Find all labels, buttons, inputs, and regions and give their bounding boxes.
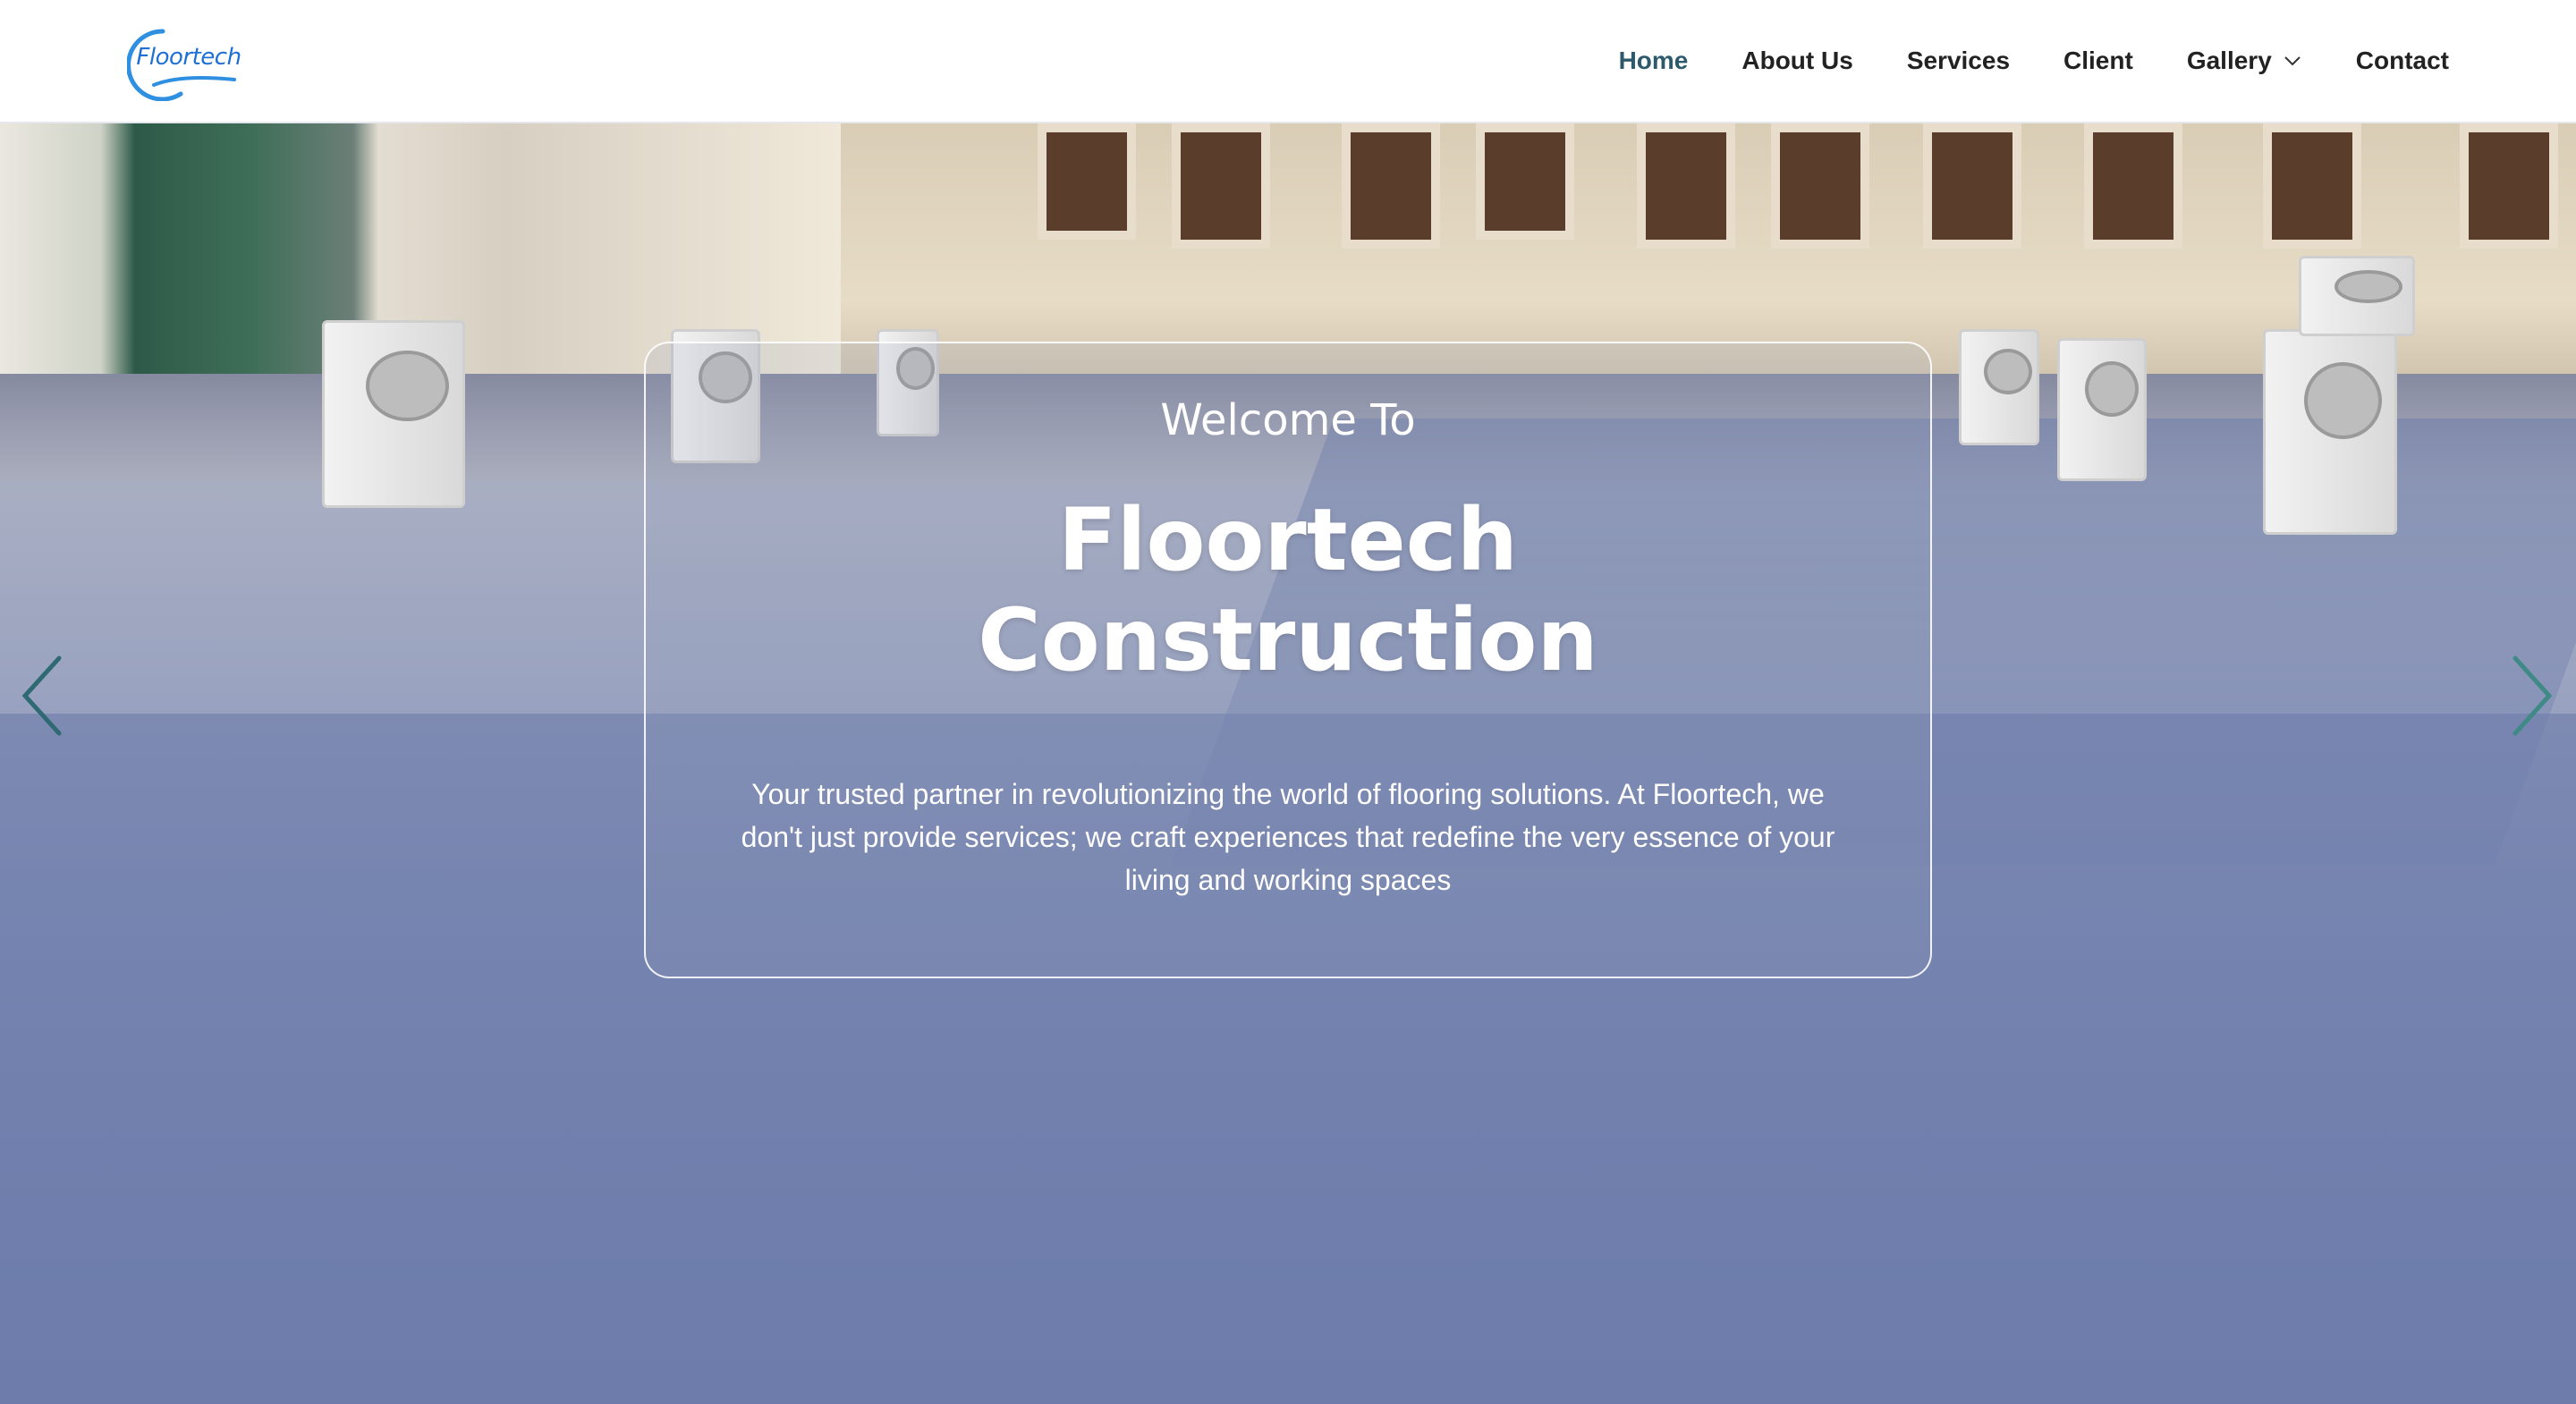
nav-gallery[interactable]: Gallery [2187, 47, 2302, 75]
nav-services[interactable]: Services [1907, 47, 2010, 75]
building-window [1038, 123, 1136, 240]
slider-prev-button[interactable] [16, 651, 70, 740]
building-window [1172, 123, 1270, 249]
hero-title-line1: Floortech [1058, 490, 1518, 590]
hero-title-line2: Construction [978, 590, 1598, 690]
site-header: Floortech Home About Us Services Client … [0, 0, 2576, 123]
building-window [2460, 123, 2558, 249]
slider-next-button[interactable] [2504, 651, 2558, 740]
hero-description: Your trusted partner in revolutionizing … [741, 778, 1835, 896]
main-nav: Home About Us Services Client Gallery Co… [1619, 47, 2449, 75]
building-window [1342, 123, 1440, 249]
brand-logo[interactable]: Floortech [127, 21, 243, 101]
hero-card: Welcome To Floortech Construction Your t… [644, 342, 1932, 978]
building-window [1771, 123, 1869, 249]
ac-unit [322, 320, 465, 508]
chevron-right-icon [2512, 655, 2553, 736]
ac-unit [1959, 329, 2039, 445]
logo-text: Floortech [136, 44, 242, 71]
ac-unit [2299, 256, 2415, 336]
building-window [2263, 123, 2361, 249]
chevron-left-icon [21, 655, 62, 736]
ac-unit [2057, 338, 2147, 481]
building-window [1637, 123, 1735, 249]
building-window [1923, 123, 2021, 249]
hero-slider: Welcome To Floortech Construction Your t… [0, 123, 2576, 1404]
nav-gallery-label: Gallery [2186, 47, 2272, 74]
nav-contact[interactable]: Contact [2356, 47, 2449, 75]
nav-client[interactable]: Client [2063, 47, 2133, 75]
ac-unit [2263, 329, 2397, 535]
chevron-down-icon [2284, 56, 2301, 66]
building-window [2084, 123, 2182, 249]
hero-title: Floortech Construction [886, 490, 1690, 690]
nav-about-us[interactable]: About Us [1741, 47, 1852, 75]
nav-home[interactable]: Home [1619, 47, 1689, 75]
building-window [1476, 123, 1574, 240]
hero-welcome: Welcome To [1160, 395, 1416, 445]
